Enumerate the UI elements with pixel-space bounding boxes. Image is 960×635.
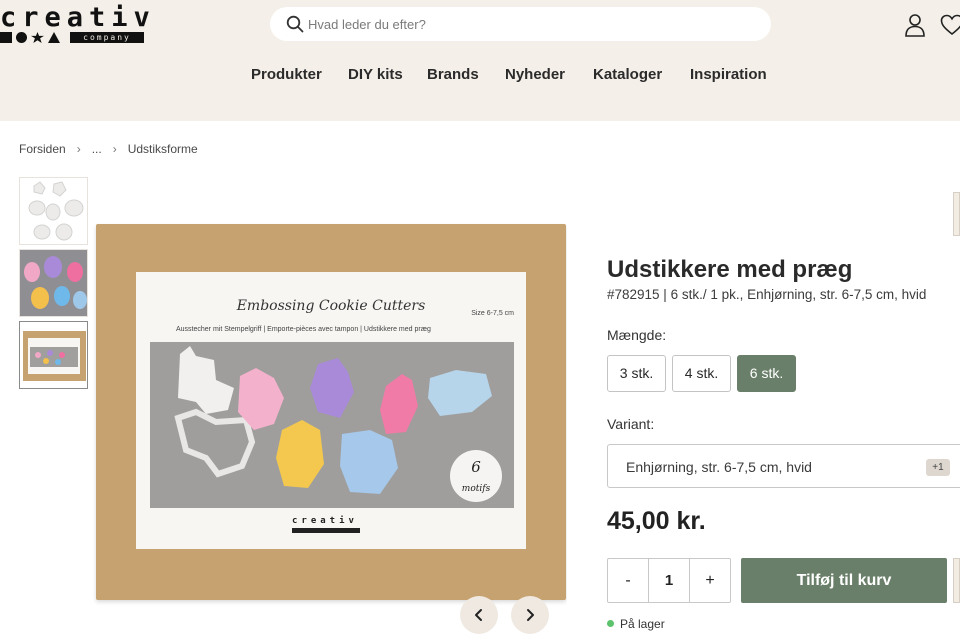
logo-bar: company (0, 32, 144, 44)
box-languages: Ausstecher mit Stempelgriff | Emporte-pi… (176, 326, 431, 333)
breadcrumb-ellipsis[interactable]: ... (92, 142, 102, 156)
stock-status: På lager (607, 617, 665, 631)
thumbnail-colored-cutters[interactable] (19, 249, 88, 317)
nav-item-inspiration[interactable]: Inspiration (690, 66, 767, 83)
chevron-right-icon: › (112, 142, 117, 156)
white-cutters-image (20, 178, 87, 244)
creativ-logo[interactable]: creativ company (0, 2, 150, 44)
box-label-card: Embossing Cookie Cutters Size 6-7,5 cm A… (136, 272, 526, 549)
quantity-stepper: - + (607, 558, 731, 603)
box-size: Size 6-7,5 cm (471, 310, 514, 317)
quantity-label: Mængde: (607, 327, 667, 343)
site-header: creativ company Produkter DIY kits Brand… (0, 0, 960, 121)
main-product-image: Embossing Cookie Cutters Size 6-7,5 cm A… (92, 176, 567, 635)
main-nav: Produkter DIY kits Brands Nyheder Katalo… (0, 66, 960, 86)
box-logo: creativ (292, 516, 358, 526)
logo-text: creativ (0, 2, 156, 33)
breadcrumb-home[interactable]: Forsiden (19, 142, 66, 156)
chevron-right-icon (527, 609, 534, 621)
box-title: Embossing Cookie Cutters (236, 298, 426, 314)
nav-item-nyheder[interactable]: Nyheder (505, 66, 565, 83)
logo-company-text: company (70, 32, 144, 43)
next-image-button[interactable] (511, 596, 549, 634)
motifs-word: motifs (461, 484, 491, 494)
search-icon[interactable] (286, 15, 304, 33)
increase-quantity-button[interactable]: + (690, 559, 730, 602)
motifs-badge: 6 motifs (450, 450, 502, 502)
chevron-right-icon: › (76, 142, 81, 156)
thumbnail-box[interactable] (19, 321, 88, 389)
user-icon[interactable] (904, 13, 926, 37)
product-subtitle: #782915 | 6 stk./ 1 pk., Enhjørning, str… (607, 287, 927, 302)
side-action-button[interactable] (953, 558, 960, 603)
product-price: 45,00 kr. (607, 507, 706, 535)
nav-item-kataloger[interactable]: Kataloger (593, 66, 662, 83)
quantity-option-6[interactable]: 6 stk. (737, 355, 796, 392)
quantity-input[interactable] (648, 559, 690, 602)
variant-value: Enhjørning, str. 6-7,5 cm, hvid (626, 459, 812, 475)
box-image (20, 322, 87, 388)
quantity-option-4[interactable]: 4 stk. (672, 355, 731, 392)
box-logo-bar (292, 528, 360, 533)
nav-item-produkter[interactable]: Produkter (251, 66, 322, 83)
colored-cutters-image (20, 250, 87, 316)
thumbnail-white-cutters[interactable] (19, 177, 88, 245)
variant-extra-badge: +1 (926, 459, 950, 476)
previous-image-button[interactable] (460, 596, 498, 634)
decrease-quantity-button[interactable]: - (608, 559, 648, 602)
motifs-number: 6 (471, 458, 481, 476)
nav-item-diy-kits[interactable]: DIY kits (348, 66, 403, 83)
product-title: Udstikkere med præg (607, 256, 853, 283)
add-to-cart-button[interactable]: Tilføj til kurv (741, 558, 947, 603)
unicorn-cutters-photo: 6 motifs (150, 342, 514, 508)
quantity-option-3[interactable]: 3 stk. (607, 355, 666, 392)
product-box: Embossing Cookie Cutters Size 6-7,5 cm A… (96, 224, 566, 600)
chevron-left-icon (475, 609, 482, 621)
breadcrumb-current[interactable]: Udstiksforme (128, 142, 198, 156)
variant-select[interactable]: Enhjørning, str. 6-7,5 cm, hvid +1 (607, 444, 960, 488)
nav-item-brands[interactable]: Brands (427, 66, 479, 83)
search-bar[interactable] (270, 7, 771, 41)
stock-text: På lager (620, 617, 665, 631)
variant-label: Variant: (607, 416, 655, 432)
heart-icon[interactable] (940, 14, 960, 36)
side-panel-tab[interactable] (953, 192, 960, 236)
breadcrumb: Forsiden › ... › Udstiksforme (19, 142, 198, 156)
search-input[interactable] (308, 15, 748, 33)
stock-dot-icon (607, 620, 614, 627)
